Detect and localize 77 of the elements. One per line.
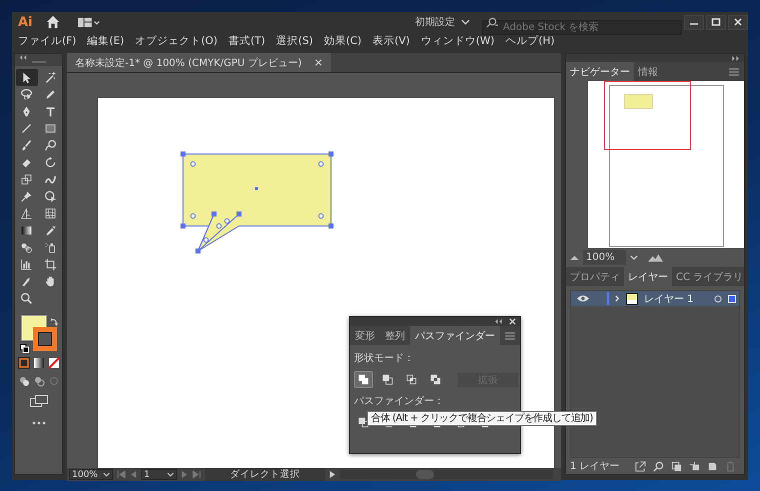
- color-mode-icon[interactable]: [18, 357, 30, 369]
- panel-tab[interactable]: ナビゲーター: [566, 62, 634, 81]
- close-icon[interactable]: [509, 318, 516, 325]
- caret-icon: [103, 472, 110, 477]
- close-button[interactable]: [728, 14, 748, 30]
- menu-item[interactable]: ファイル(F): [18, 34, 76, 48]
- tooltip: 合体 (Alt + クリックで複合シェイプを作成して追加): [367, 411, 597, 426]
- selection-square-icon[interactable]: [728, 294, 736, 302]
- layer-name: レイヤー 1: [644, 292, 695, 306]
- menu-item[interactable]: ヘルプ(H): [506, 34, 555, 48]
- menu-item[interactable]: 書式(T): [228, 34, 266, 48]
- maximize-button[interactable]: [706, 14, 726, 30]
- close-icon: [733, 17, 743, 27]
- screen-mode-icon[interactable]: [30, 395, 48, 407]
- menu-item[interactable]: ウィンドウ(W): [420, 34, 494, 48]
- menu-icon[interactable]: [505, 332, 515, 340]
- section-label: 形状モード：: [354, 352, 415, 365]
- search-icon: [486, 16, 499, 28]
- panel-tab[interactable]: プロパティ: [566, 267, 624, 286]
- collapse-icon[interactable]: [494, 319, 503, 324]
- menu-item[interactable]: 効果(C): [324, 34, 362, 48]
- default-colors-icon[interactable]: [20, 344, 28, 353]
- artboard-dropdown[interactable]: 1: [141, 469, 177, 480]
- navigator-preview[interactable]: [588, 81, 744, 248]
- layer-thumbnail: [626, 292, 638, 304]
- menu-item[interactable]: 表示(V): [372, 34, 410, 48]
- maximize-icon: [711, 17, 721, 27]
- collapse-icon[interactable]: [19, 55, 27, 60]
- caret-icon[interactable]: [630, 255, 638, 260]
- menu-item[interactable]: 選択(S): [276, 34, 313, 48]
- search-field[interactable]: Adobe Stock を検索: [482, 20, 682, 34]
- eye-icon[interactable]: [577, 295, 589, 302]
- panel-tab[interactable]: 情報: [634, 62, 662, 81]
- layer-count: 1 レイヤー: [570, 460, 620, 473]
- unite-icon[interactable]: [354, 371, 373, 388]
- home-icon[interactable]: [46, 15, 60, 29]
- menu-icon[interactable]: [729, 68, 739, 76]
- document-title: 名称未設定-1* @ 100% (CMYK/GPU プレビュー): [75, 56, 302, 70]
- view-rectangle[interactable]: [604, 81, 691, 150]
- zoom-in-icon[interactable]: [648, 254, 663, 262]
- search-icon[interactable]: [653, 460, 664, 472]
- caret-icon: [461, 19, 470, 25]
- caret-icon: [167, 472, 174, 477]
- target-icon[interactable]: [714, 294, 722, 302]
- panel-tab[interactable]: 整列: [380, 326, 410, 345]
- panel-tab[interactable]: パスファインダー: [410, 326, 500, 345]
- bubble-thumbnail: [624, 94, 653, 109]
- layer-row[interactable]: レイヤー 1: [571, 291, 739, 306]
- zoom-field[interactable]: 100%: [583, 250, 626, 265]
- zoom-out-icon[interactable]: [570, 255, 579, 260]
- workspace-layout-icon[interactable]: [78, 16, 100, 28]
- draw-normal-icon[interactable]: [18, 375, 30, 387]
- current-tool-label: ダイレクト選択: [205, 468, 325, 481]
- menu-item[interactable]: 編集(E): [87, 34, 124, 48]
- menu-item[interactable]: オブジェクト(O): [135, 34, 218, 48]
- new-layer-icon[interactable]: [707, 460, 718, 472]
- more-icon[interactable]: [32, 421, 46, 425]
- minimize-button[interactable]: [684, 14, 704, 30]
- close-tab-button[interactable]: ×: [314, 56, 324, 69]
- section-label: パスファインダー：: [354, 395, 445, 408]
- app-logo: Ai: [18, 14, 34, 30]
- zoom-dropdown[interactable]: 100%: [69, 469, 113, 480]
- play-icon[interactable]: [329, 471, 336, 478]
- document-tab[interactable]: 名称未設定-1* @ 100% (CMYK/GPU プレビュー) ×: [67, 53, 332, 72]
- new-sublayer-icon[interactable]: [689, 460, 700, 472]
- panel-tab[interactable]: CC ライブラリ: [672, 267, 748, 286]
- clipping-mask-icon[interactable]: [671, 460, 682, 472]
- chevron-icon[interactable]: [615, 295, 620, 302]
- panel-tab[interactable]: 変形: [350, 326, 380, 345]
- swap-arrows-icon[interactable]: [50, 317, 58, 326]
- panel-tab[interactable]: レイヤー: [624, 267, 672, 286]
- draw-behind-icon[interactable]: [32, 375, 44, 387]
- no-color-icon[interactable]: [48, 357, 60, 369]
- horizontal-scrollbar[interactable]: [340, 470, 553, 479]
- workspace-dropdown[interactable]: 初期設定: [411, 15, 474, 29]
- gradient-mode-icon[interactable]: [32, 357, 44, 369]
- export-icon[interactable]: [635, 460, 646, 472]
